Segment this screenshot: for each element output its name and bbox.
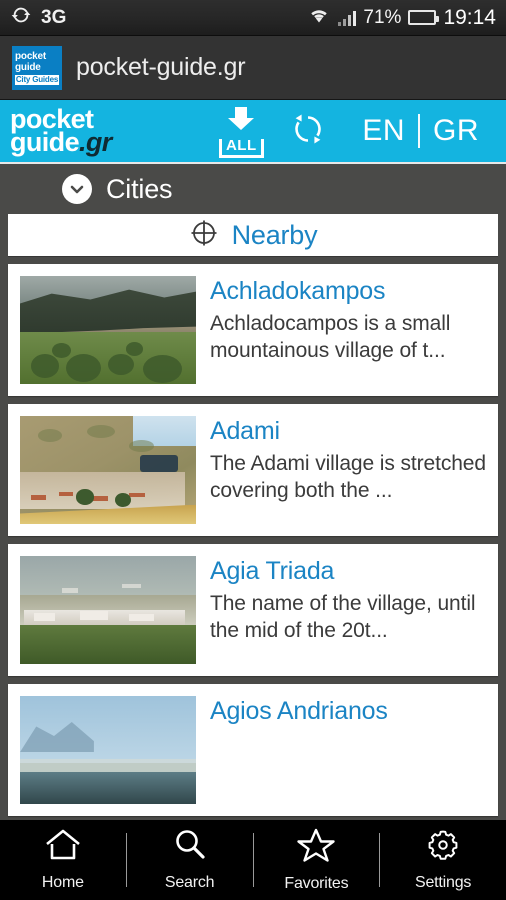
network-type-label: 3G [41, 6, 67, 28]
page-title: pocket-guide.gr [76, 53, 246, 81]
nav-item-home[interactable]: Home [0, 820, 126, 900]
nav-item-favorites[interactable]: Favorites [254, 820, 380, 900]
lang-divider [418, 114, 420, 148]
nav-item-settings[interactable]: Settings [380, 820, 506, 900]
nav-label-settings: Settings [415, 874, 472, 891]
list-item[interactable]: Agios Andrianos [8, 684, 498, 816]
city-thumbnail [20, 276, 196, 384]
nav-label-favorites: Favorites [284, 875, 349, 892]
search-icon [171, 828, 209, 867]
city-name: Achladokampos [210, 277, 386, 305]
site-favicon: pocket guide City Guides [12, 45, 62, 90]
language-switcher[interactable]: EN GR [349, 114, 492, 148]
logo-line2: guide [10, 127, 80, 157]
city-thumbnail [20, 416, 196, 524]
signal-bars-icon [337, 10, 357, 26]
list-item[interactable]: Achladokampos Achladocampos is a small m… [8, 264, 498, 396]
list-item[interactable]: Adami The Adami village is stretched cov… [8, 404, 498, 536]
app-logo[interactable]: pocket guide.gr [10, 105, 112, 157]
sync-icon [10, 4, 32, 31]
city-name: Agia Triada [210, 557, 335, 585]
list-item[interactable]: Agia Triada The name of the village, unt… [8, 544, 498, 676]
battery-percent-label: 71% [363, 7, 402, 28]
phone-screen: 3G 71% 19:14 pocket guide City Guides po… [0, 0, 506, 900]
city-name: Agios Andrianos [210, 697, 388, 725]
app-header: pocket guide.gr ALL EN GR [0, 100, 506, 164]
nearby-label: Nearby [231, 219, 318, 250]
refresh-button[interactable] [289, 110, 327, 153]
lang-gr-button[interactable]: GR [420, 114, 492, 148]
city-list: Achladokampos Achladocampos is a small m… [0, 256, 506, 816]
refresh-icon [289, 110, 327, 153]
city-thumbnail [20, 556, 196, 664]
status-bar: 3G 71% 19:14 [0, 0, 506, 36]
nav-label-search: Search [164, 874, 215, 891]
lang-en-button[interactable]: EN [349, 114, 418, 148]
city-description: The name of the village, until the mid o… [210, 592, 476, 642]
download-all-label: ALL [218, 138, 264, 158]
download-arrow-icon [224, 105, 258, 138]
star-icon [296, 827, 336, 868]
favicon-subtitle: City Guides [15, 75, 59, 85]
city-name: Adami [210, 417, 280, 445]
favicon-line2: guide [15, 62, 41, 73]
home-icon [44, 828, 82, 867]
city-thumbnail [20, 696, 196, 804]
battery-icon [408, 10, 440, 25]
clock-label: 19:14 [443, 6, 496, 29]
nav-label-home: Home [41, 874, 84, 891]
section-header: Cities [0, 164, 506, 214]
city-description: The Adami village is stretched covering … [210, 452, 486, 502]
download-all-button[interactable]: ALL [213, 105, 269, 158]
bottom-navigation-bar: Home Search Favorites Settings [0, 820, 506, 900]
nearby-button[interactable]: Nearby [8, 214, 498, 256]
section-title-label: Cities [106, 173, 173, 204]
favicon-line1: pocket [15, 51, 47, 62]
check-circle-icon [62, 174, 92, 204]
gear-icon [424, 828, 462, 867]
city-description: Achladocampos is a small mountainous vil… [210, 312, 451, 362]
nav-item-search[interactable]: Search [127, 820, 253, 900]
browser-title-bar: pocket guide City Guides pocket-guide.gr [0, 36, 506, 100]
logo-suffix: .gr [79, 127, 112, 157]
crosshair-icon [189, 218, 219, 253]
wifi-icon [307, 6, 331, 29]
